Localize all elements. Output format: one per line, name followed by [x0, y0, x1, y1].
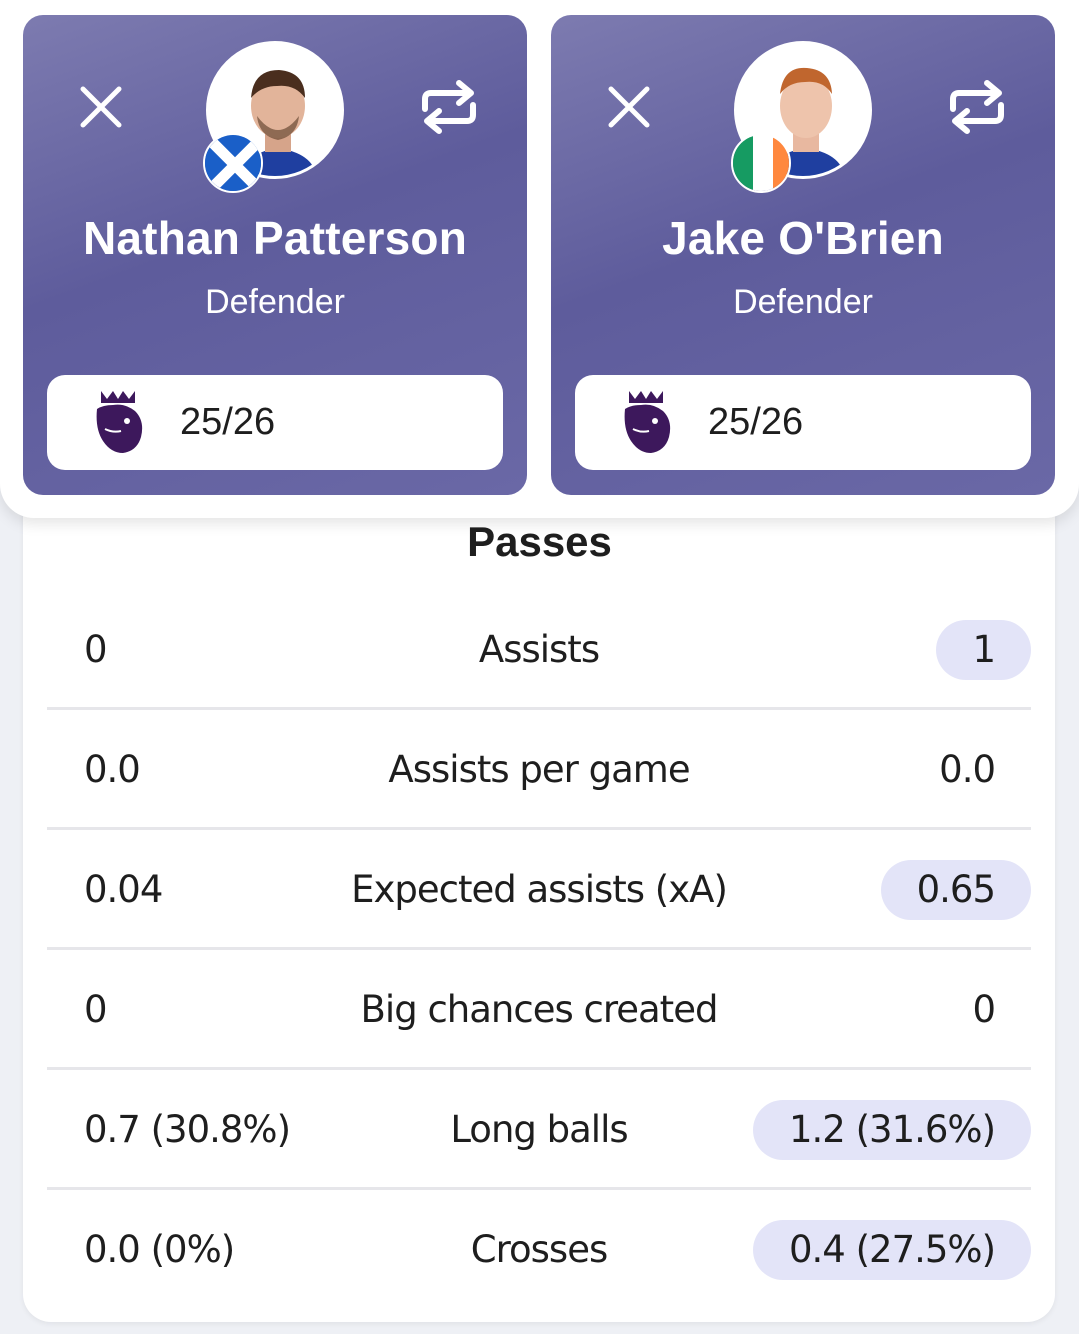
- premier-league-logo: [96, 391, 143, 453]
- player-position: Defender: [205, 283, 345, 321]
- stat-right-value: 1.2 (31.6%): [752, 1100, 1031, 1160]
- close-icon: [608, 86, 650, 128]
- premier-league-logo: [624, 391, 671, 453]
- stats-list: 0 Assists 1 0.0 Assists per game 0.0 0.0…: [47, 590, 1031, 1310]
- comparison-header: Nathan Patterson Defender 25/26 Jake O'B…: [0, 0, 1079, 518]
- stat-right-value: 0.65: [880, 860, 1031, 920]
- swap-icon: [950, 80, 1004, 134]
- swap-player-button[interactable]: [409, 67, 489, 147]
- player-name: Nathan Patterson: [82, 212, 468, 264]
- player-name: Jake O'Brien: [662, 212, 944, 264]
- season-label: 25/26: [180, 401, 276, 443]
- ireland-flag: [731, 133, 791, 193]
- stat-row: 0.7 (30.8%) Long balls 1.2 (31.6%): [47, 1070, 1031, 1190]
- stat-label: Assists per game: [388, 748, 690, 791]
- section-title: Passes: [467, 518, 612, 565]
- season-label: 25/26: [708, 401, 804, 443]
- stat-row: 0 Big chances created 0: [47, 950, 1031, 1070]
- player-position: Defender: [733, 283, 873, 321]
- close-icon: [80, 86, 122, 128]
- stat-row: 0.0 (0%) Crosses 0.4 (27.5%): [47, 1190, 1031, 1310]
- season-selector[interactable]: 25/26: [575, 375, 1031, 470]
- swap-player-button[interactable]: [937, 67, 1017, 147]
- swap-icon: [422, 80, 476, 134]
- player-card-right: Jake O'Brien Defender 25/26: [551, 15, 1055, 495]
- stat-right-value: 1: [936, 620, 1031, 680]
- stat-right-value: 0.4 (27.5%): [752, 1220, 1031, 1280]
- stat-row: 0.0 Assists per game 0.0: [47, 710, 1031, 830]
- player-card-left: Nathan Patterson Defender 25/26: [23, 15, 527, 495]
- season-selector[interactable]: 25/26: [47, 375, 503, 470]
- scotland-flag: [203, 133, 263, 193]
- stat-right-value: 0: [972, 988, 996, 1031]
- stat-label: Big chances created: [360, 988, 719, 1031]
- stat-label: Assists: [478, 628, 600, 671]
- stat-row: 0 Assists 1: [47, 590, 1031, 710]
- stat-right-value: 0.0: [939, 748, 996, 791]
- remove-player-button[interactable]: [589, 67, 669, 147]
- remove-player-button[interactable]: [61, 67, 141, 147]
- stat-row: 0.04 Expected assists (xA) 0.65: [47, 830, 1031, 950]
